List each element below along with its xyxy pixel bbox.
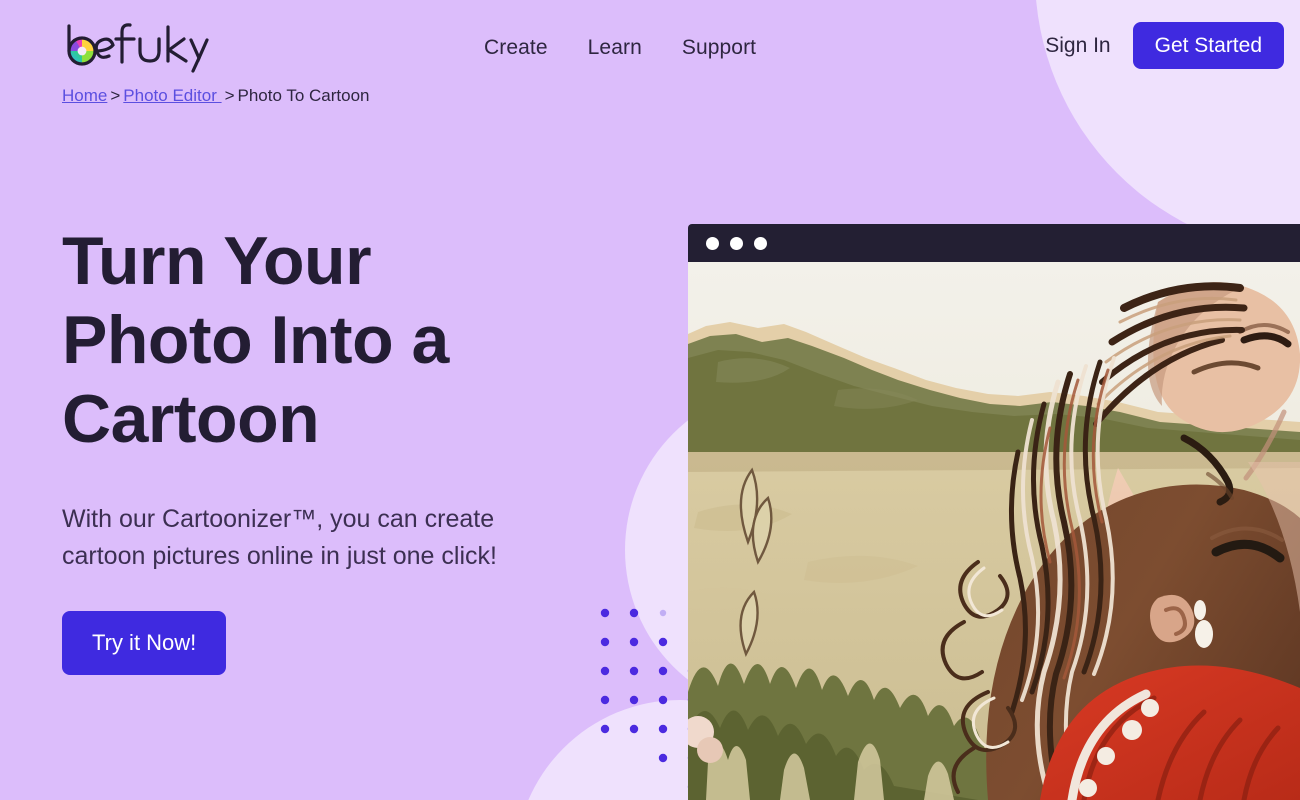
- hero-subtitle: With our Cartoonizer™, you can create ca…: [62, 505, 497, 570]
- nav-item-support[interactable]: Support: [678, 34, 760, 62]
- browser-mockup: [688, 224, 1300, 800]
- sign-in-link[interactable]: Sign In: [1037, 28, 1118, 64]
- breadcrumb-separator: >: [224, 86, 235, 105]
- breadcrumb: Home > Photo Editor > Photo To Cartoon: [62, 86, 370, 106]
- try-it-now-button[interactable]: Try it Now!: [62, 611, 227, 675]
- breadcrumb-separator: >: [110, 86, 121, 105]
- window-dot-icon: [754, 236, 767, 250]
- main-navigation: Create Learn Support: [480, 34, 760, 62]
- header-actions: Sign In Get Started: [1037, 22, 1284, 69]
- befunky-wordmark: [67, 23, 209, 73]
- breadcrumb-item-home[interactable]: Home: [62, 86, 107, 105]
- cartoon-illustration: [688, 262, 1300, 800]
- page-title: Turn Your Photo Into a Cartoon: [62, 223, 449, 457]
- befunky-logo[interactable]: [60, 18, 220, 76]
- window-dot-icon: [730, 236, 743, 250]
- window-dot-icon: [706, 236, 719, 250]
- site-header: Create Learn Support Sign In Get Started: [0, 0, 1300, 96]
- nav-item-learn[interactable]: Learn: [584, 34, 646, 62]
- hero-section: Turn Your Photo Into a Cartoon With our …: [62, 222, 662, 675]
- mockup-title-bar: [688, 224, 1300, 262]
- breadcrumb-item-photo-editor[interactable]: Photo Editor: [123, 86, 221, 105]
- cartoonized-photo: [688, 262, 1300, 800]
- get-started-button[interactable]: Get Started: [1132, 22, 1284, 69]
- nav-item-create[interactable]: Create: [480, 34, 552, 62]
- breadcrumb-item-current: Photo To Cartoon: [237, 86, 370, 105]
